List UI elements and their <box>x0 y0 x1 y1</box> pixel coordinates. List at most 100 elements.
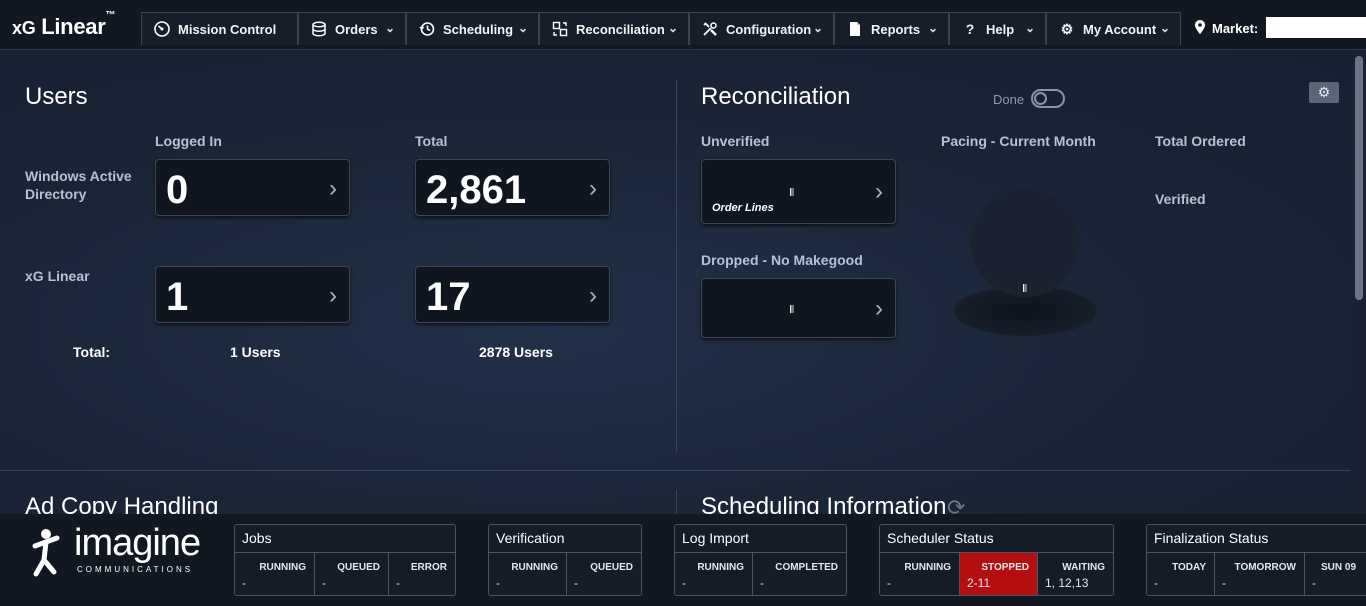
settings-button[interactable]: ⚙ <box>1309 82 1339 103</box>
nav-label: Orders <box>335 21 378 37</box>
question-icon: ? <box>965 21 975 37</box>
cell-value: 2-11 <box>967 576 991 590</box>
pacing-label: Pacing - Current Month <box>941 133 1096 149</box>
dropped-card[interactable]: › <box>701 278 896 338</box>
scheduler-stopped[interactable]: STOPPED 2-11 <box>960 553 1038 595</box>
total-total: 2878 Users <box>479 344 553 360</box>
nav-scheduling[interactable]: Scheduling ⌄ <box>406 12 539 45</box>
cell-value: - <box>496 576 500 590</box>
loading-spinner <box>790 188 794 196</box>
scheduler-running[interactable]: RUNNING - <box>880 553 960 595</box>
panel-row: RUNNING - QUEUED - <box>489 552 641 595</box>
chevron-right-icon: › <box>875 178 883 205</box>
unverified-card[interactable]: Order Lines › <box>701 159 896 224</box>
jobs-panel: Jobs RUNNING - QUEUED - ERROR - <box>234 524 456 596</box>
order-lines-label: Order Lines <box>712 202 774 214</box>
brand-name: imagine <box>74 522 201 564</box>
total-logged-in: 1 Users <box>230 344 281 360</box>
cell-value: - <box>760 576 764 590</box>
xg-total-card[interactable]: 17 › <box>415 266 610 323</box>
gear-icon: ⚙ <box>1317 84 1331 100</box>
cell-value: - <box>1154 576 1158 590</box>
unverified-label: Unverified <box>701 133 770 149</box>
chevron-right-icon: › <box>589 175 597 202</box>
scheduler-status-panel: Scheduler Status RUNNING - STOPPED 2-11 WA… <box>879 524 1114 596</box>
wad-logged-in-value: 0 <box>166 168 189 212</box>
nav-mission-control[interactable]: Mission Control <box>141 12 298 45</box>
database-icon <box>311 21 327 37</box>
gauge-icon <box>154 21 170 37</box>
clock-history-icon <box>419 21 435 37</box>
panel-row: TODAY - TOMORROW - SUN 09- <box>1147 552 1366 595</box>
verification-queued[interactable]: QUEUED - <box>567 553 641 595</box>
dropped-label: Dropped - No Makegood <box>701 252 863 268</box>
market-label: Market: <box>1212 21 1259 36</box>
cell-header: QUEUED <box>337 562 380 573</box>
total-ordered-label: Total Ordered <box>1155 133 1246 149</box>
nav-orders[interactable]: Orders ⌄ <box>298 12 406 45</box>
total-label: Total: <box>73 344 111 360</box>
cell-value: - <box>682 576 686 590</box>
jobs-running[interactable]: RUNNING - <box>235 553 315 595</box>
cell-value: - <box>322 576 326 590</box>
chevron-down-icon: ⌄ <box>812 21 823 35</box>
panel-title: Scheduler Status <box>887 530 994 546</box>
toggle-knob <box>1034 92 1047 105</box>
gear-icon: ⚙ <box>1060 20 1074 37</box>
log-import-running[interactable]: RUNNING - <box>675 553 753 595</box>
finalization-sun-09[interactable]: SUN 09- <box>1305 553 1366 595</box>
cell-header: TOMORROW <box>1234 562 1296 573</box>
nav-label: Reconciliation <box>576 21 665 37</box>
nav-label: Reports <box>871 21 921 37</box>
wad-total-card[interactable]: 2,861 › <box>415 159 610 216</box>
loading-spinner <box>790 305 794 313</box>
panel-row: RUNNING - STOPPED 2-11 WAITING 1, 12,13 <box>880 552 1113 595</box>
vertical-scrollbar[interactable] <box>1352 50 1366 514</box>
jobs-queued[interactable]: QUEUED - <box>315 553 389 595</box>
cell-value: - <box>396 576 400 590</box>
jobs-error[interactable]: ERROR - <box>389 553 455 595</box>
chevron-down-icon: ⌄ <box>667 21 678 35</box>
chevron-down-icon: ⌄ <box>384 21 395 35</box>
cell-header: RUNNING <box>259 562 306 573</box>
nav-label: Scheduling <box>443 21 514 37</box>
scrollbar-thumb[interactable] <box>1355 56 1363 300</box>
market-input[interactable] <box>1266 17 1366 38</box>
nav-configuration[interactable]: Configuration ⌄ <box>689 12 834 45</box>
nav-reports[interactable]: Reports ⌄ <box>834 12 949 45</box>
log-import-completed[interactable]: COMPLETED - <box>753 553 846 595</box>
verification-running[interactable]: RUNNING - <box>489 553 567 595</box>
done-toggle[interactable] <box>1031 89 1065 108</box>
brand-subtitle: COMMUNICATIONS <box>77 565 194 574</box>
nav-reconciliation[interactable]: Reconciliation ⌄ <box>539 12 689 45</box>
cell-header: RUNNING <box>904 562 951 573</box>
cell-header: STOPPED <box>981 562 1029 573</box>
app-logo[interactable]: xG Linear™ <box>12 10 115 40</box>
nav-my-account[interactable]: ⚙ My Account ⌄ <box>1046 12 1181 45</box>
nav-label: Configuration <box>726 21 812 37</box>
section-divider-horizontal <box>0 470 1350 471</box>
cell-header: RUNNING <box>697 562 744 573</box>
cell-value: - <box>1222 576 1226 590</box>
cell-header: WAITING <box>1062 562 1105 573</box>
xg-logged-in-card[interactable]: 1 › <box>155 266 350 323</box>
finalization-tomorrow[interactable]: TOMORROW - <box>1215 553 1305 595</box>
panel-title: Log Import <box>682 530 749 546</box>
map-pin-icon <box>1195 20 1205 39</box>
chevron-right-icon: › <box>329 175 337 202</box>
loading-spinner <box>1023 284 1027 292</box>
cell-header: COMPLETED <box>775 562 838 573</box>
imagine-logo: imagine COMMUNICATIONS <box>30 522 201 589</box>
cell-header: SUN 09 <box>1321 562 1357 573</box>
scheduler-waiting[interactable]: WAITING 1, 12,13 <box>1038 553 1113 595</box>
wad-logged-in-card[interactable]: 0 › <box>155 159 350 216</box>
cell-header: ERROR <box>410 562 447 573</box>
chevron-down-icon: ⌄ <box>1024 21 1035 35</box>
nav-help[interactable]: ? Help ⌄ <box>949 12 1046 45</box>
panel-row: RUNNING - QUEUED - ERROR - <box>235 552 455 595</box>
chevron-down-icon: ⌄ <box>517 21 528 35</box>
nav-label: My Account <box>1083 21 1157 37</box>
finalization-today[interactable]: TODAY - <box>1147 553 1215 595</box>
cell-value: - <box>574 576 578 590</box>
pacing-chart <box>971 189 1079 297</box>
